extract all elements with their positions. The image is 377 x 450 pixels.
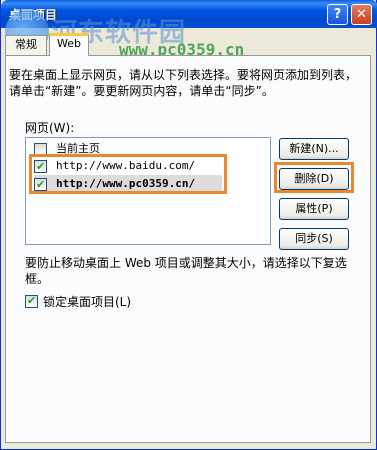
hint-text: 要防止移动桌面上 Web 项目或调整其大小，请选择以下复选框。 xyxy=(25,256,347,286)
highlight-box xyxy=(29,154,227,194)
desktop-items-dialog: 桌面项目 ? ✕ 河东软件园 www.pc0359.cn 常规 Web 要在桌面… xyxy=(0,0,377,450)
description-text: 要在桌面上显示网页，请从以下列表选择。要将网页添加到列表，请单击“新建”。要更新… xyxy=(9,68,358,98)
new-button[interactable]: 新建(N)... xyxy=(279,138,349,160)
checkbox[interactable] xyxy=(25,293,38,309)
lock-items-label: 锁定桌面项目(L) xyxy=(43,295,132,309)
tab-web[interactable]: Web xyxy=(49,33,89,56)
properties-button[interactable]: 属性(P) xyxy=(279,198,349,220)
highlight-box xyxy=(274,162,354,193)
help-button[interactable]: ? xyxy=(327,4,348,25)
web-pages-label: 网页(W): xyxy=(25,121,75,135)
tab-general[interactable]: 常规 xyxy=(5,35,47,55)
sync-button[interactable]: 同步(S) xyxy=(279,228,349,250)
close-button[interactable]: ✕ xyxy=(351,4,372,25)
